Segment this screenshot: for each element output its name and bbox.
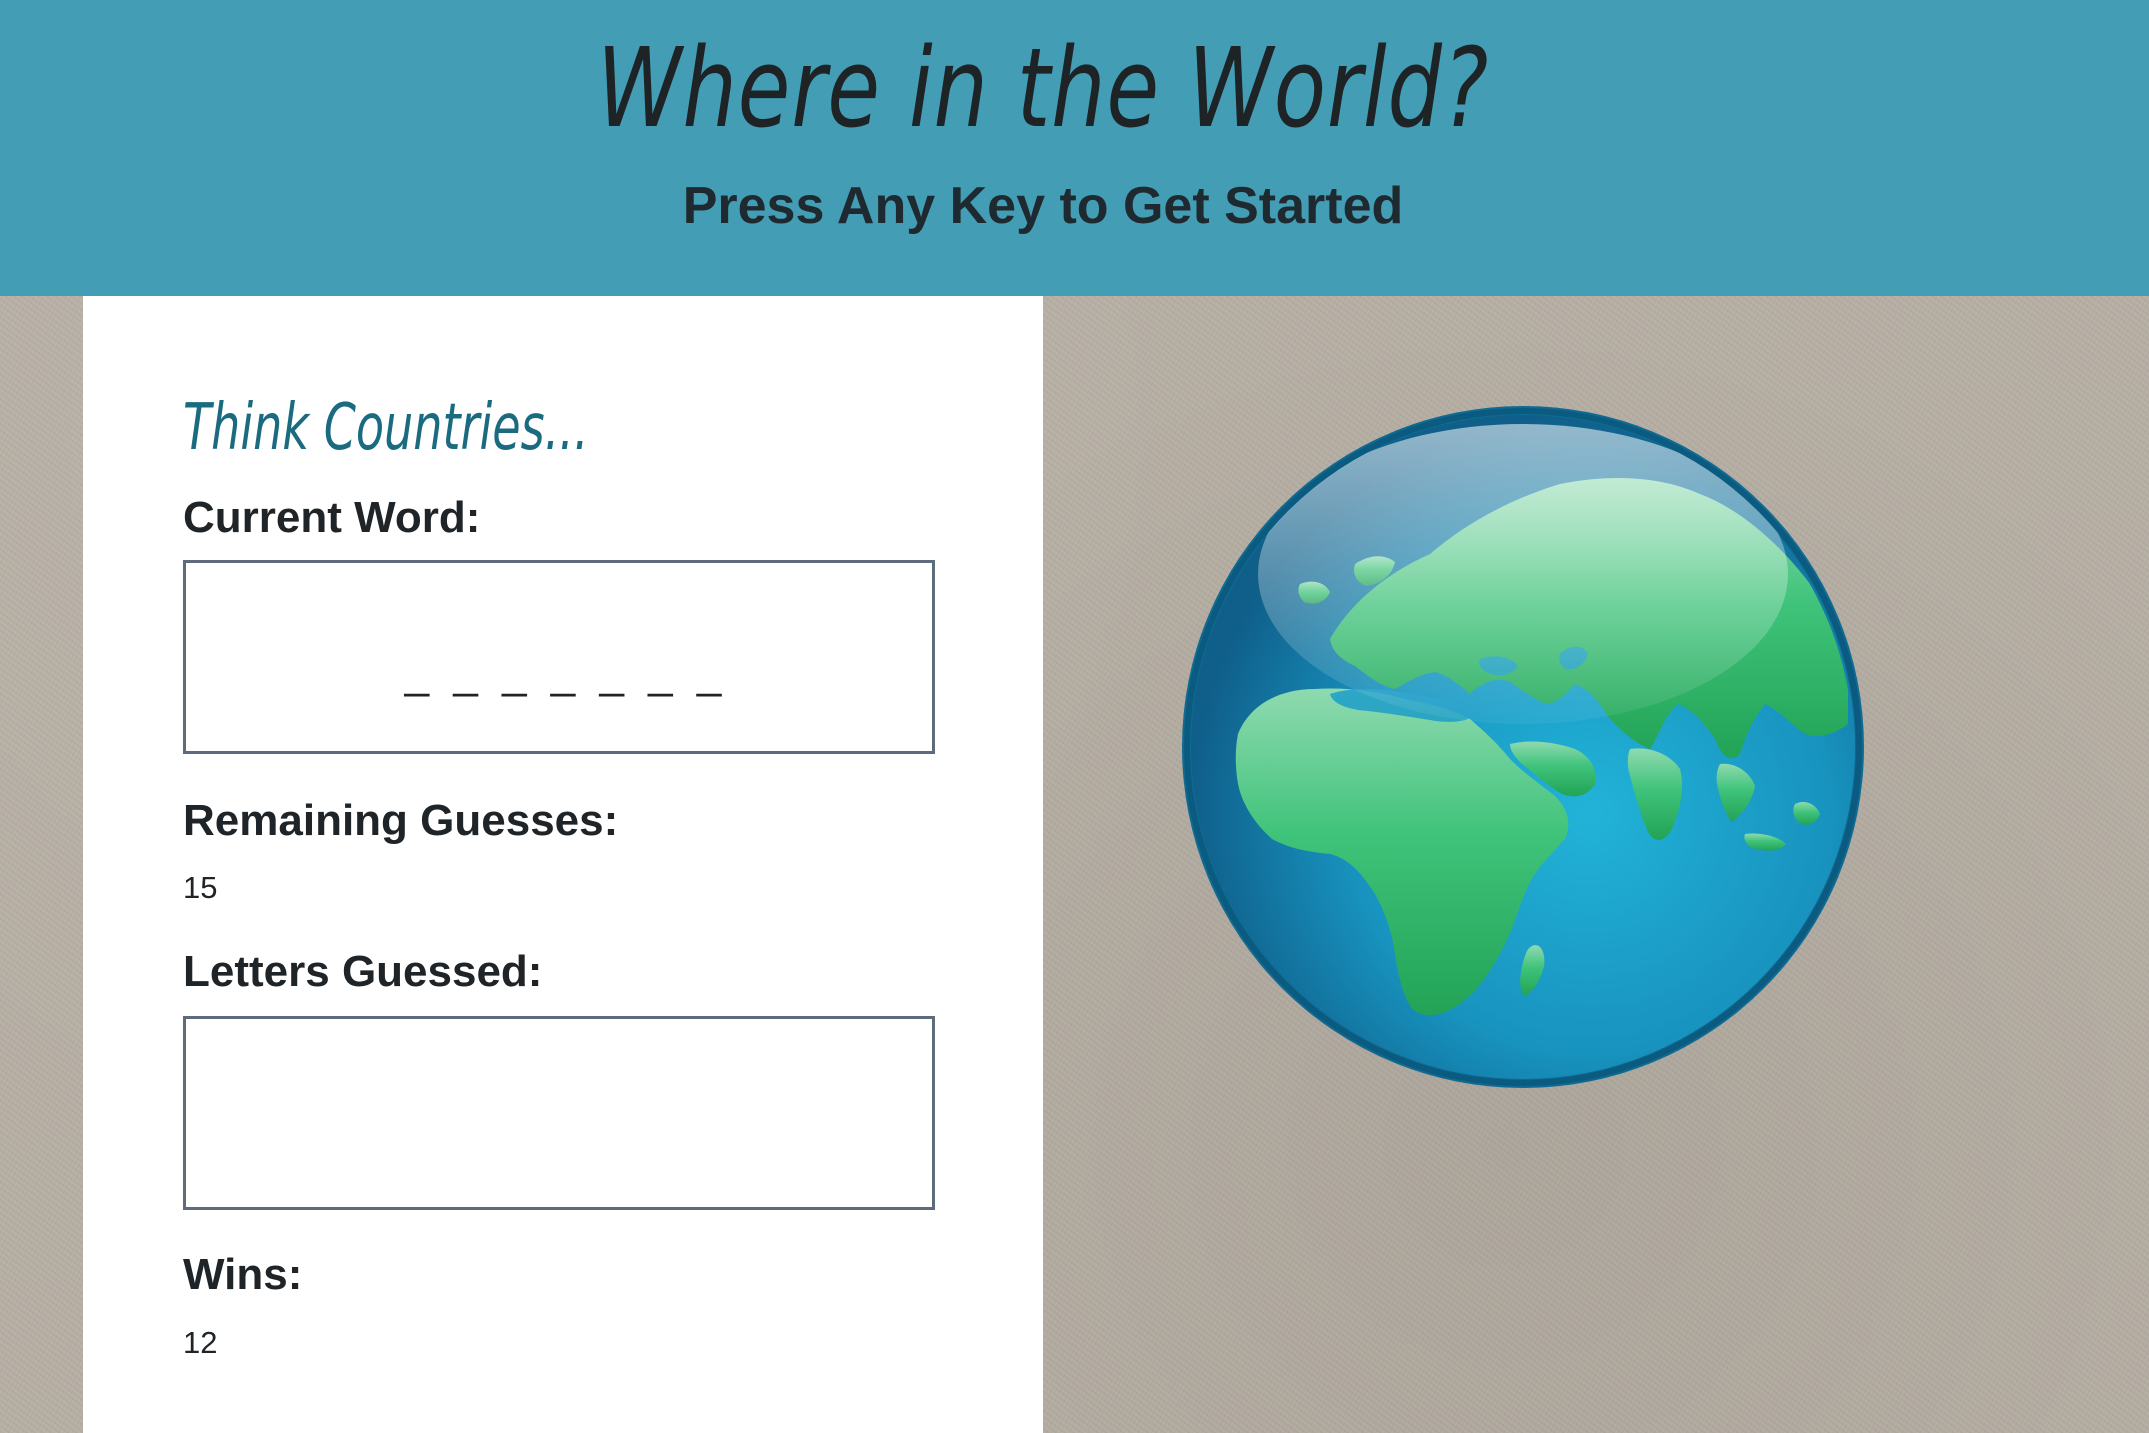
current-word-display: _ _ _ _ _ _ _ [404,649,728,698]
current-word-box: _ _ _ _ _ _ _ [183,560,935,754]
current-word-label: Current Word: [183,493,481,542]
page-header: Where in the World? Press Any Key to Get… [0,0,2149,296]
remaining-guesses-value: 15 [183,870,218,905]
globe-icon [1180,404,1866,1090]
remaining-guesses-label: Remaining Guesses: [183,796,619,845]
wins-value: 12 [183,1325,218,1360]
start-instruction: Press Any Key to Get Started [682,177,1404,235]
category-heading: Think Countries... [183,391,589,465]
letters-guessed-box [183,1016,935,1210]
letters-guessed-label: Letters Guessed: [183,947,543,996]
page-title: Where in the World? [596,24,1490,152]
game-panel: Think Countries... Current Word: _ _ _ _… [83,296,1043,1433]
wins-label: Wins: [183,1250,303,1299]
